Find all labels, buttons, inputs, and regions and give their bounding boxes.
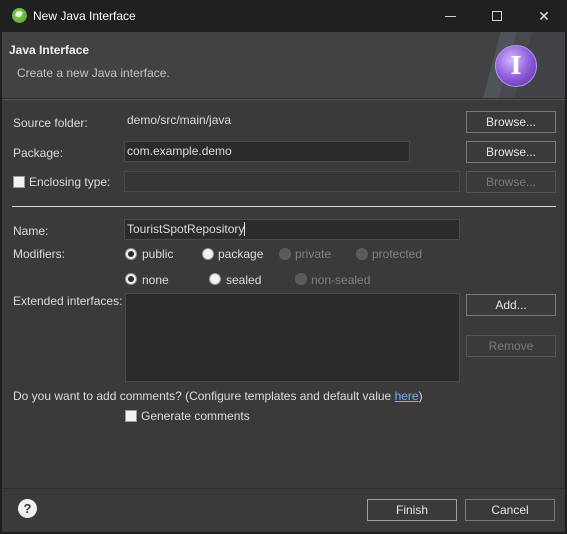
footer-divider [2,488,565,489]
extended-interfaces-list[interactable] [125,293,460,382]
name-value: TouristSpotRepository [127,222,245,236]
add-interface-button[interactable]: Add... [466,294,556,316]
window-title: New Java Interface [33,9,136,23]
modifier-package-radio[interactable] [202,248,214,260]
enclosing-type-label: Enclosing type: [29,175,111,189]
close-button[interactable]: ✕ [521,0,567,32]
comments-question-text: Do you want to add comments? (Configure … [13,389,395,403]
extended-interfaces-label: Extended interfaces: [13,294,123,308]
finish-button[interactable]: Finish [367,499,457,521]
browse-label: Browse... [485,145,536,159]
modifiers-label: Modifiers: [13,247,66,261]
modifier-package-label: package [218,247,264,261]
source-folder-label: Source folder: [13,116,88,130]
generate-comments-checkbox[interactable] [125,410,137,422]
wizard-description: Create a new Java interface. [17,66,170,80]
add-label: Add... [495,298,527,312]
browse-label: Browse... [485,175,536,189]
modifier-non-sealed-radio[interactable] [295,273,307,285]
modifier-sealed-radio[interactable] [209,273,221,285]
title-bar: New Java Interface ✕ [0,0,567,32]
modifier-non-sealed-label: non-sealed [311,273,371,287]
header-divider-highlight [2,99,565,100]
minimize-button[interactable] [428,0,474,32]
remove-interface-button[interactable]: Remove [466,335,556,357]
modifier-protected-radio[interactable] [356,248,368,260]
source-folder-field[interactable]: demo/src/main/java [124,110,461,131]
maximize-icon [492,11,502,21]
section-divider [12,206,556,207]
modifier-public-radio[interactable] [125,248,137,260]
cancel-button[interactable]: Cancel [465,499,555,521]
interface-wizard-icon: I [495,45,537,87]
spring-app-icon [12,8,27,23]
package-browse-button[interactable]: Browse... [466,141,556,163]
wizard-title: Java Interface [9,43,90,57]
minimize-icon [445,16,456,17]
enclosing-type-field[interactable] [124,171,460,192]
modifier-public-label: public [142,247,174,261]
name-label: Name: [13,224,49,238]
comments-question: Do you want to add comments? (Configure … [13,389,423,403]
enclosing-type-checkbox[interactable] [13,176,25,188]
finish-label: Finish [395,503,428,517]
modifier-none-label: none [142,273,169,287]
package-label: Package: [13,146,64,160]
modifier-protected-label: protected [372,247,423,261]
generate-comments-label: Generate comments [141,409,250,423]
remove-label: Remove [488,339,534,353]
help-icon[interactable]: ? [18,499,37,518]
source-folder-browse-button[interactable]: Browse... [466,111,556,133]
name-field[interactable]: TouristSpotRepository [124,219,460,240]
modifier-sealed-label: sealed [226,273,262,287]
comments-close-paren: ) [418,389,423,403]
dialog-body: Java Interface Create a new Java interfa… [2,32,565,532]
maximize-button[interactable] [474,0,520,32]
modifier-private-radio[interactable] [279,248,291,260]
enclosing-type-browse-button[interactable]: Browse... [466,171,556,193]
configure-templates-link[interactable]: here [395,389,419,403]
browse-label: Browse... [485,115,536,129]
package-field[interactable]: com.example.demo [124,141,410,162]
close-icon: ✕ [538,8,550,24]
modifier-none-radio[interactable] [125,273,137,285]
text-caret [244,222,246,236]
wizard-header: Java Interface Create a new Java interfa… [2,32,565,98]
cancel-label: Cancel [491,503,529,517]
modifier-private-label: private [295,247,332,261]
